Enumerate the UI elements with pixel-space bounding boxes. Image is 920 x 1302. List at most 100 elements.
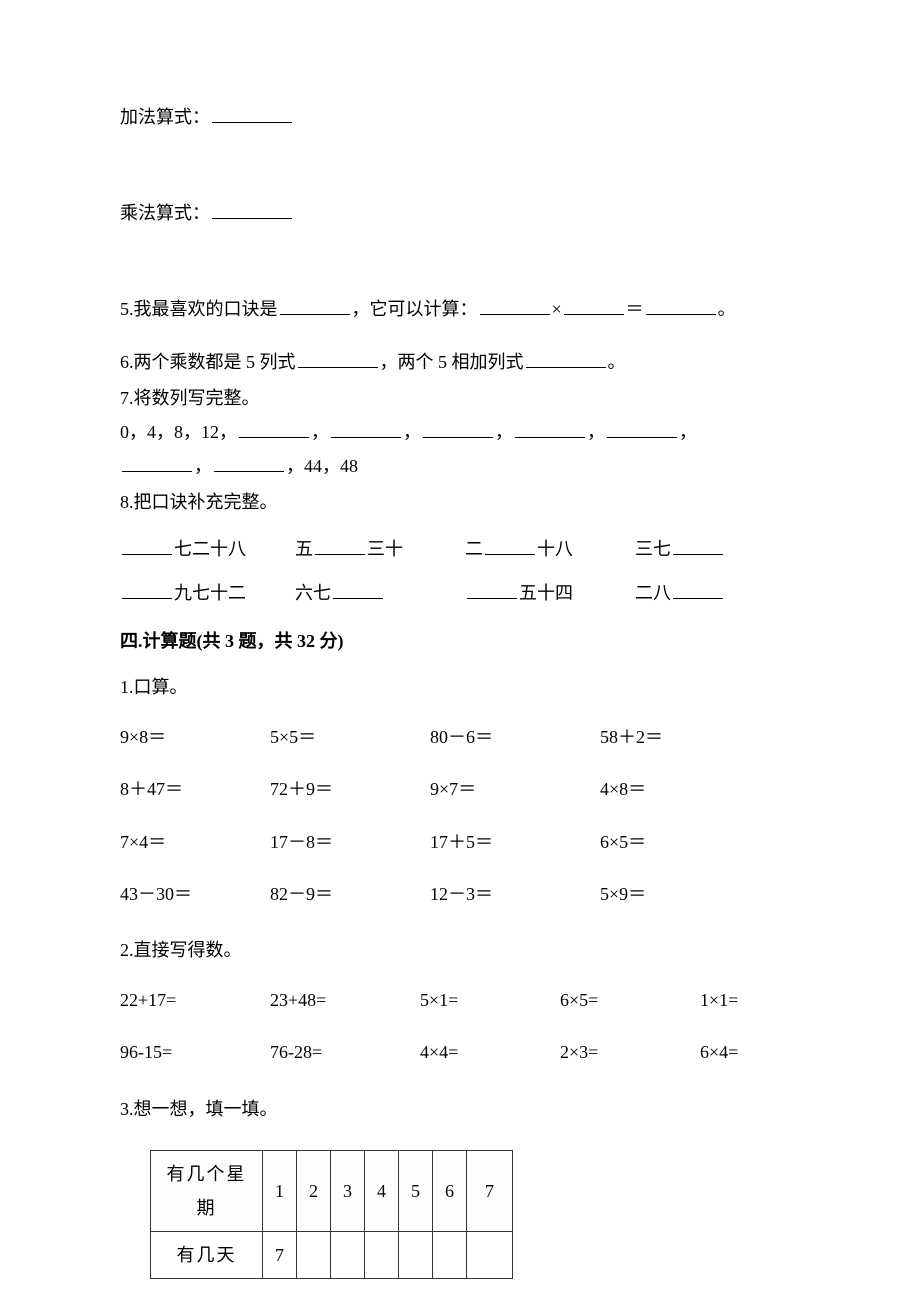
q7-row1-prefix: 0，4，8，12， xyxy=(120,422,237,442)
problem-1-title: 1.口算。 xyxy=(120,670,800,704)
q8-blank[interactable] xyxy=(485,535,535,555)
table-header-cell: 1 xyxy=(263,1150,297,1231)
q7-blank[interactable] xyxy=(423,418,493,438)
multiplication-equation-line: 乘法算式： xyxy=(120,196,800,230)
calc-cell[interactable]: 76-28= xyxy=(270,1035,420,1069)
spacer xyxy=(120,140,800,196)
calc-cell[interactable]: 43－30＝ xyxy=(120,877,270,911)
calc-cell[interactable]: 5×9＝ xyxy=(600,877,750,911)
q8-r2c3: 五十四 xyxy=(465,576,635,610)
calc-cell[interactable]: 4×8＝ xyxy=(600,772,750,806)
table-cell[interactable] xyxy=(297,1232,331,1279)
calc-cell[interactable]: 6×5= xyxy=(560,983,700,1017)
q8-r2c1: 九七十二 xyxy=(120,576,295,610)
table-cell[interactable] xyxy=(433,1232,467,1279)
q8-row1: 七二十八 五三十 二十八 三七 xyxy=(120,532,800,566)
calc-cell[interactable]: 6×4= xyxy=(700,1035,800,1069)
sep: ， xyxy=(194,456,212,476)
sep: ， xyxy=(311,422,329,442)
calc-cell[interactable]: 82－9＝ xyxy=(270,877,430,911)
q8-blank[interactable] xyxy=(122,535,172,555)
multiplication-label: 乘法算式： xyxy=(120,203,210,223)
q5-blank-3[interactable] xyxy=(564,296,624,316)
table-header-cell: 3 xyxy=(331,1150,365,1231)
txt: 六七 xyxy=(295,583,331,603)
q5-blank-2[interactable] xyxy=(480,296,550,316)
calc-cell[interactable]: 22+17= xyxy=(120,983,270,1017)
txt: 三七 xyxy=(635,539,671,559)
calc-cell[interactable]: 6×5＝ xyxy=(600,825,750,859)
q7-blank[interactable] xyxy=(515,418,585,438)
table-cell[interactable] xyxy=(331,1232,365,1279)
q8-r1c3: 二十八 xyxy=(465,532,635,566)
q6-blank-1[interactable] xyxy=(298,348,378,368)
q8-blank[interactable] xyxy=(315,535,365,555)
multiplication-blank[interactable] xyxy=(212,199,292,219)
calc-cell[interactable]: 9×8＝ xyxy=(120,720,270,754)
calc-cell[interactable]: 17＋5＝ xyxy=(430,825,600,859)
q8-blank[interactable] xyxy=(467,579,517,599)
calc-cell[interactable]: 1×1= xyxy=(700,983,800,1017)
q5-blank-1[interactable] xyxy=(280,296,350,316)
question-7-title: 7.将数列写完整。 xyxy=(120,381,800,415)
calc-cell[interactable]: 12－3＝ xyxy=(430,877,600,911)
calc-cell[interactable]: 7×4＝ xyxy=(120,825,270,859)
calc-cell[interactable]: 23+48= xyxy=(270,983,420,1017)
table-cell[interactable] xyxy=(399,1232,433,1279)
q5-eq: ＝ xyxy=(626,299,644,319)
calc-cell[interactable]: 80－6＝ xyxy=(430,720,600,754)
table-cell[interactable] xyxy=(467,1232,513,1279)
q7-blank[interactable] xyxy=(331,418,401,438)
table-cell[interactable]: 7 xyxy=(263,1232,297,1279)
problem-1-grid: 9×8＝ 5×5＝ 80－6＝ 58＋2＝ 8＋47＝ 72＋9＝ 9×7＝ 4… xyxy=(120,720,800,911)
section-4-title: 四.计算题(共 3 题，共 32 分) xyxy=(120,624,800,658)
calc-cell[interactable]: 9×7＝ xyxy=(430,772,600,806)
problem-2-title: 2.直接写得数。 xyxy=(120,933,800,967)
sep: ， xyxy=(679,422,697,442)
q8-blank[interactable] xyxy=(333,579,383,599)
q8-r1c4: 三七 xyxy=(635,532,775,566)
table-header-cell: 5 xyxy=(399,1150,433,1231)
txt: 十八 xyxy=(537,539,573,559)
calc-cell[interactable]: 72＋9＝ xyxy=(270,772,430,806)
addition-blank[interactable] xyxy=(212,103,292,123)
txt: 九七十二 xyxy=(174,583,246,603)
table-header-cell: 4 xyxy=(365,1150,399,1231)
q7-blank[interactable] xyxy=(607,418,677,438)
table-header-cell: 7 xyxy=(467,1150,513,1231)
calc-cell[interactable]: 4×4= xyxy=(420,1035,560,1069)
calc-cell[interactable]: 2×3= xyxy=(560,1035,700,1069)
q8-blank[interactable] xyxy=(673,579,723,599)
q8-r1c2: 五三十 xyxy=(295,532,465,566)
q8-row2: 九七十二 六七 五十四 二八 xyxy=(120,576,800,610)
q8-blank[interactable] xyxy=(122,579,172,599)
q7-blank[interactable] xyxy=(122,452,192,472)
q8-blank[interactable] xyxy=(673,535,723,555)
calc-cell[interactable]: 5×5＝ xyxy=(270,720,430,754)
calc-cell[interactable]: 58＋2＝ xyxy=(600,720,750,754)
calc-cell[interactable]: 96-15= xyxy=(120,1035,270,1069)
question-7-row1: 0，4，8，12，，，，，， xyxy=(120,415,800,449)
table-header-cell: 2 xyxy=(297,1150,331,1231)
q5-blank-4[interactable] xyxy=(646,296,716,316)
problem-3-title: 3.想一想，填一填。 xyxy=(120,1092,800,1126)
question-8-title: 8.把口诀补充完整。 xyxy=(120,485,800,519)
table-header-cell: 6 xyxy=(433,1150,467,1231)
q7-blank[interactable] xyxy=(239,418,309,438)
table-cell[interactable] xyxy=(365,1232,399,1279)
spacer xyxy=(120,236,800,292)
calc-cell[interactable]: 5×1= xyxy=(420,983,560,1017)
table-row-label: 有几天 xyxy=(151,1232,263,1279)
week-table: 有几个星期 1 2 3 4 5 6 7 有几天 7 xyxy=(150,1150,513,1280)
calc-cell[interactable]: 17－8＝ xyxy=(270,825,430,859)
q5-prefix: 5.我最喜欢的口诀是 xyxy=(120,299,278,319)
q8-r2c4: 二八 xyxy=(635,576,775,610)
sep: ， xyxy=(495,422,513,442)
table-row-header: 有几个星期 1 2 3 4 5 6 7 xyxy=(151,1150,513,1231)
question-7-row2: ，，44，48 xyxy=(120,449,800,483)
txt: 二八 xyxy=(635,583,671,603)
q7-blank[interactable] xyxy=(214,452,284,472)
txt: 三十 xyxy=(367,539,403,559)
calc-cell[interactable]: 8＋47＝ xyxy=(120,772,270,806)
q6-blank-2[interactable] xyxy=(526,348,606,368)
